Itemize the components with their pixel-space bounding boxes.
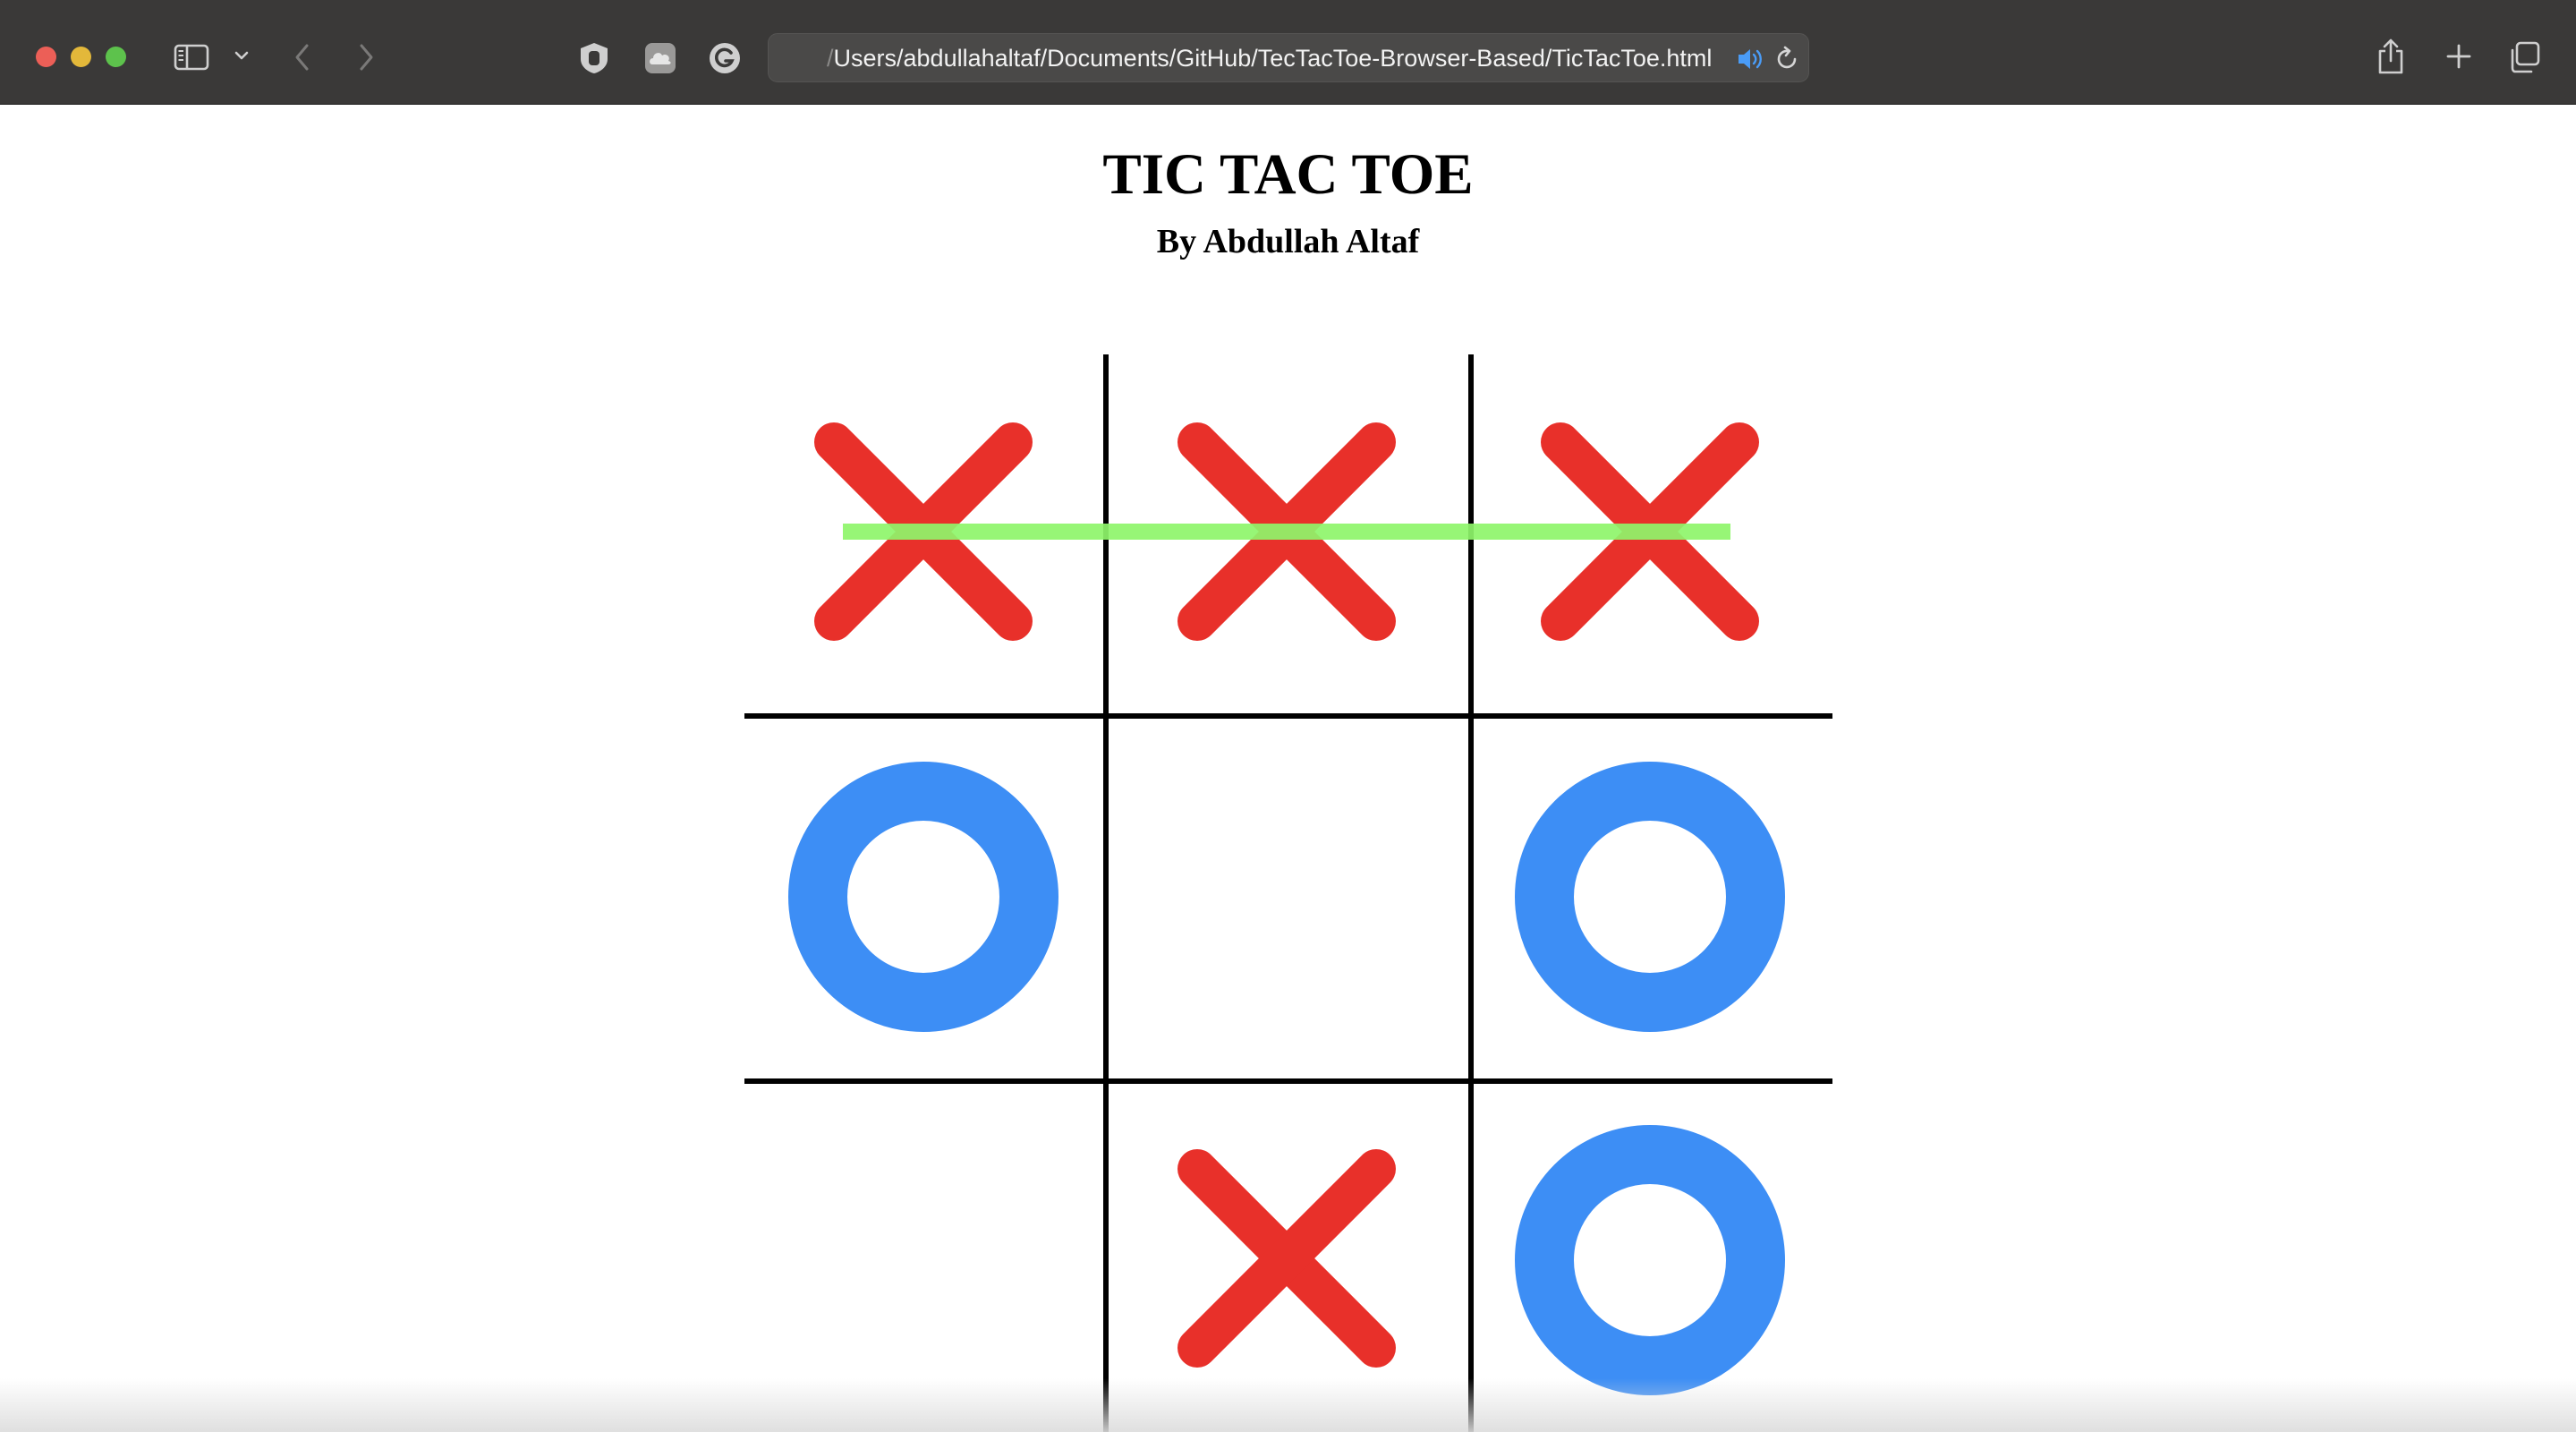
- reload-icon[interactable]: [1769, 41, 1805, 77]
- chevron-down-icon[interactable]: [233, 47, 251, 64]
- grammarly-icon[interactable]: [707, 40, 743, 76]
- plus-icon[interactable]: [2441, 38, 2477, 74]
- address-path: Users/abdullahaltaf/Documents/GitHub/Tec…: [833, 45, 1713, 72]
- close-window-button[interactable]: [36, 47, 56, 67]
- address-prefix: /: [827, 45, 834, 72]
- cloud-extension-icon[interactable]: [642, 40, 678, 76]
- zoom-window-button[interactable]: [106, 47, 126, 67]
- game-board: [744, 354, 1832, 1432]
- speaker-icon[interactable]: [1733, 41, 1769, 77]
- back-arrow-icon[interactable]: [291, 41, 314, 73]
- share-icon[interactable]: [2373, 36, 2409, 77]
- sidebar-toggle-icon[interactable]: [172, 41, 211, 73]
- board-cell-5[interactable]: [1106, 716, 1471, 1081]
- minimize-window-button[interactable]: [71, 47, 91, 67]
- tab-overview-icon[interactable]: [2505, 38, 2543, 76]
- address-url[interactable]: /Users/abdullahaltaf/Documents/GitHub/Te…: [827, 34, 1712, 83]
- address-bar[interactable]: /Users/abdullahaltaf/Documents/GitHub/Te…: [768, 33, 1809, 82]
- page-bottom-shadow: [0, 1378, 2576, 1432]
- browser-toolbar: /Users/abdullahaltaf/Documents/GitHub/Te…: [0, 0, 2576, 105]
- hand-shield-icon[interactable]: [576, 40, 612, 76]
- web-page: TIC TAC TOE By Abdullah Altaf: [0, 106, 2576, 1432]
- browser-window: /Users/abdullahaltaf/Documents/GitHub/Te…: [0, 0, 2576, 1432]
- forward-arrow-icon[interactable]: [354, 41, 378, 73]
